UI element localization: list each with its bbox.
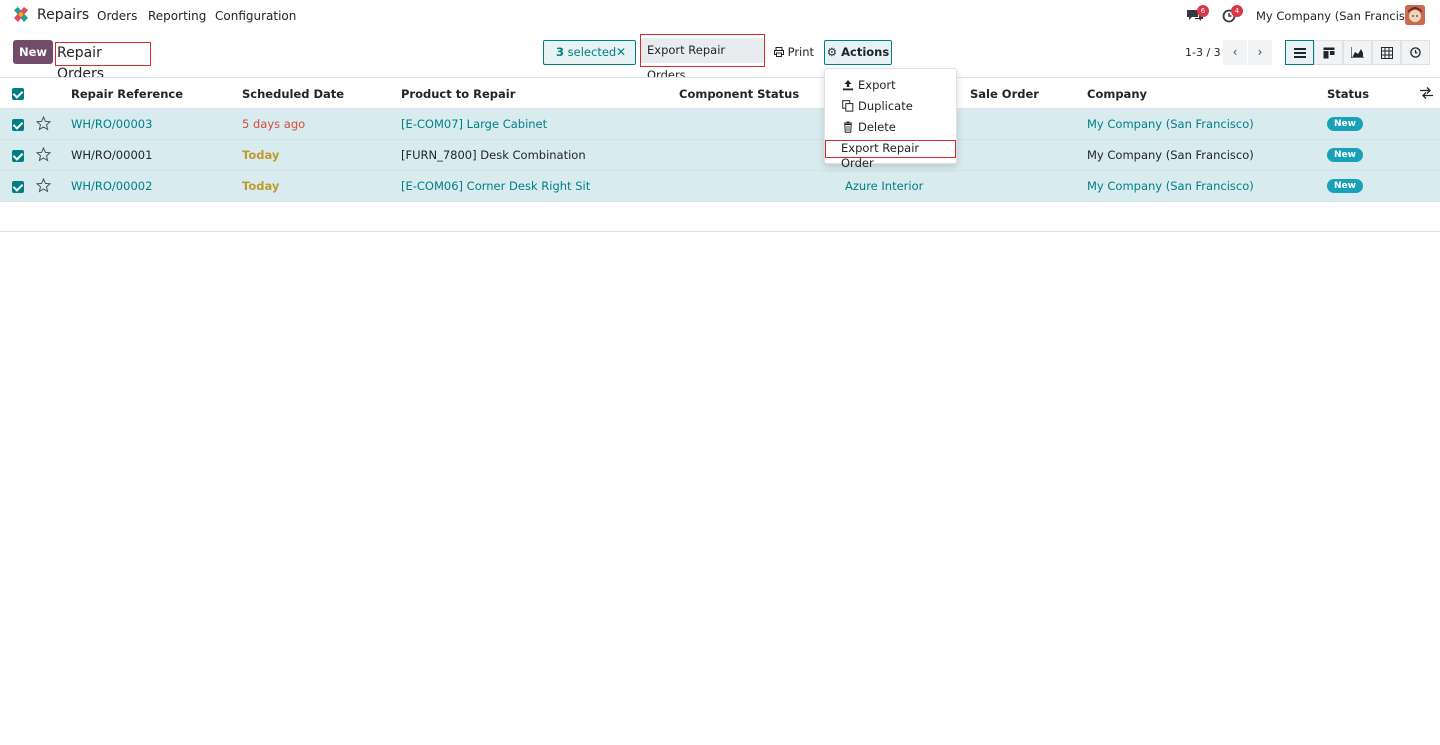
scheduled-date: 5 days ago	[242, 117, 306, 131]
pivot-view-button[interactable]	[1372, 40, 1401, 65]
scheduled-date: Today	[242, 179, 280, 193]
clear-selection-icon[interactable]: ✕	[616, 41, 626, 64]
print-label: Print	[787, 45, 815, 59]
row-checkbox[interactable]	[12, 119, 24, 131]
new-button[interactable]: New	[13, 40, 53, 64]
chevron-right-icon: ›	[1257, 45, 1263, 59]
page-title: Repair Orders	[55, 42, 151, 82]
app-name[interactable]: Repairs	[37, 7, 89, 23]
pager-next-button[interactable]: ›	[1248, 40, 1272, 65]
activities-count-badge: 4	[1231, 5, 1243, 17]
pivot-table-icon	[1380, 46, 1393, 59]
area-chart-icon	[1351, 47, 1364, 58]
row-checkbox[interactable]	[12, 181, 24, 193]
scheduled-date: Today	[242, 148, 280, 162]
company-link[interactable]: My Company (San Francisco)	[1087, 117, 1254, 131]
selected-label: selected	[567, 45, 617, 59]
table-footer-divider	[0, 231, 1440, 232]
user-avatar[interactable]	[1405, 5, 1425, 25]
company-cell[interactable]: My Company (San Francisco)	[1087, 179, 1254, 193]
upload-icon	[843, 80, 853, 91]
star-icon[interactable]	[36, 178, 51, 193]
menu-item-duplicate-label: Duplicate	[858, 99, 913, 113]
menu-orders[interactable]: Orders	[97, 9, 137, 23]
status-badge: New	[1327, 117, 1363, 131]
column-scheduled-date[interactable]: Scheduled Date	[242, 87, 344, 101]
product-to-repair[interactable]: [E-COM07] Large Cabinet	[401, 117, 547, 131]
product-to-repair[interactable]: [FURN_7800] Desk Combination	[401, 148, 586, 162]
table-header: Repair Reference Scheduled Date Product …	[0, 77, 1440, 109]
status-badge: New	[1327, 179, 1363, 193]
kanban-view-button[interactable]	[1314, 40, 1343, 65]
company-cell[interactable]: My Company (San Francisco)	[1087, 117, 1254, 131]
star-icon[interactable]	[36, 147, 51, 162]
actions-label: Actions	[841, 45, 890, 59]
menu-item-duplicate[interactable]: Duplicate	[825, 96, 956, 116]
company-cell[interactable]: My Company (San Francisco)	[1087, 148, 1254, 162]
list-view-button[interactable]	[1285, 40, 1314, 65]
graph-view-button[interactable]	[1343, 40, 1372, 65]
column-repair-reference[interactable]: Repair Reference	[71, 87, 183, 101]
customer-cell[interactable]: Azure Interior	[845, 179, 923, 193]
kanban-view-icon	[1323, 47, 1334, 58]
pager-previous-button[interactable]: ‹	[1223, 40, 1247, 65]
row-checkbox[interactable]	[12, 150, 24, 162]
star-icon[interactable]	[36, 116, 51, 131]
menu-configuration[interactable]: Configuration	[215, 9, 296, 23]
repair-reference[interactable]: WH/RO/00002	[71, 179, 152, 193]
status-badge: New	[1327, 148, 1363, 162]
company-switcher[interactable]: My Company (San Francisco)	[1256, 9, 1423, 23]
print-icon	[773, 47, 784, 57]
column-sale-order[interactable]: Sale Order	[970, 87, 1039, 101]
copy-icon	[842, 100, 854, 112]
list-view-icon	[1293, 47, 1306, 58]
menu-item-export[interactable]: Export	[825, 75, 956, 95]
repair-reference[interactable]: WH/RO/00003	[71, 117, 152, 131]
optional-columns-icon[interactable]	[1420, 87, 1433, 99]
repairs-app-icon[interactable]	[12, 6, 30, 24]
activity-view-button[interactable]	[1401, 40, 1430, 65]
column-component-status[interactable]: Component Status	[679, 87, 799, 101]
clock-icon	[1410, 47, 1421, 58]
print-button[interactable]: Print	[768, 40, 820, 65]
export-repair-orders-button[interactable]: Export Repair Orders	[641, 38, 764, 82]
avatar-face-icon	[1405, 5, 1425, 25]
gear-icon: ⚙	[826, 45, 838, 59]
menu-item-export-repair-order[interactable]: Export Repair Order	[825, 140, 956, 170]
selection-indicator: 3 selected ✕	[543, 40, 636, 65]
column-status[interactable]: Status	[1327, 87, 1369, 101]
repair-reference[interactable]: WH/RO/00001	[71, 148, 152, 162]
trash-icon	[844, 121, 852, 133]
top-navbar: Repairs Orders Reporting Configuration 6…	[0, 0, 1440, 31]
select-all-checkbox[interactable]	[12, 88, 24, 100]
table-row[interactable]: WH/RO/00002 Today [E-COM06] Corner Desk …	[0, 171, 1440, 202]
menu-reporting[interactable]: Reporting	[148, 9, 206, 23]
menu-item-delete-label: Delete	[858, 120, 896, 134]
column-product-to-repair[interactable]: Product to Repair	[401, 87, 515, 101]
menu-item-export-label: Export	[858, 78, 896, 92]
pager-value[interactable]: 1-3 / 3	[1185, 46, 1221, 59]
menu-item-delete[interactable]: Delete	[825, 117, 956, 137]
messages-count-badge: 6	[1197, 5, 1209, 17]
product-to-repair[interactable]: [E-COM06] Corner Desk Right Sit	[401, 179, 590, 193]
actions-button[interactable]: ⚙ Actions	[824, 40, 892, 65]
chevron-left-icon: ‹	[1232, 45, 1238, 59]
export-repair-orders-highlight: Export Repair Orders	[640, 34, 765, 82]
table-row[interactable]: WH/RO/00001 Today [FURN_7800] Desk Combi…	[0, 140, 1440, 171]
selected-count: 3	[556, 45, 565, 59]
table-row[interactable]: WH/RO/00003 5 days ago [E-COM07] Large C…	[0, 109, 1440, 140]
column-company[interactable]: Company	[1087, 87, 1147, 101]
